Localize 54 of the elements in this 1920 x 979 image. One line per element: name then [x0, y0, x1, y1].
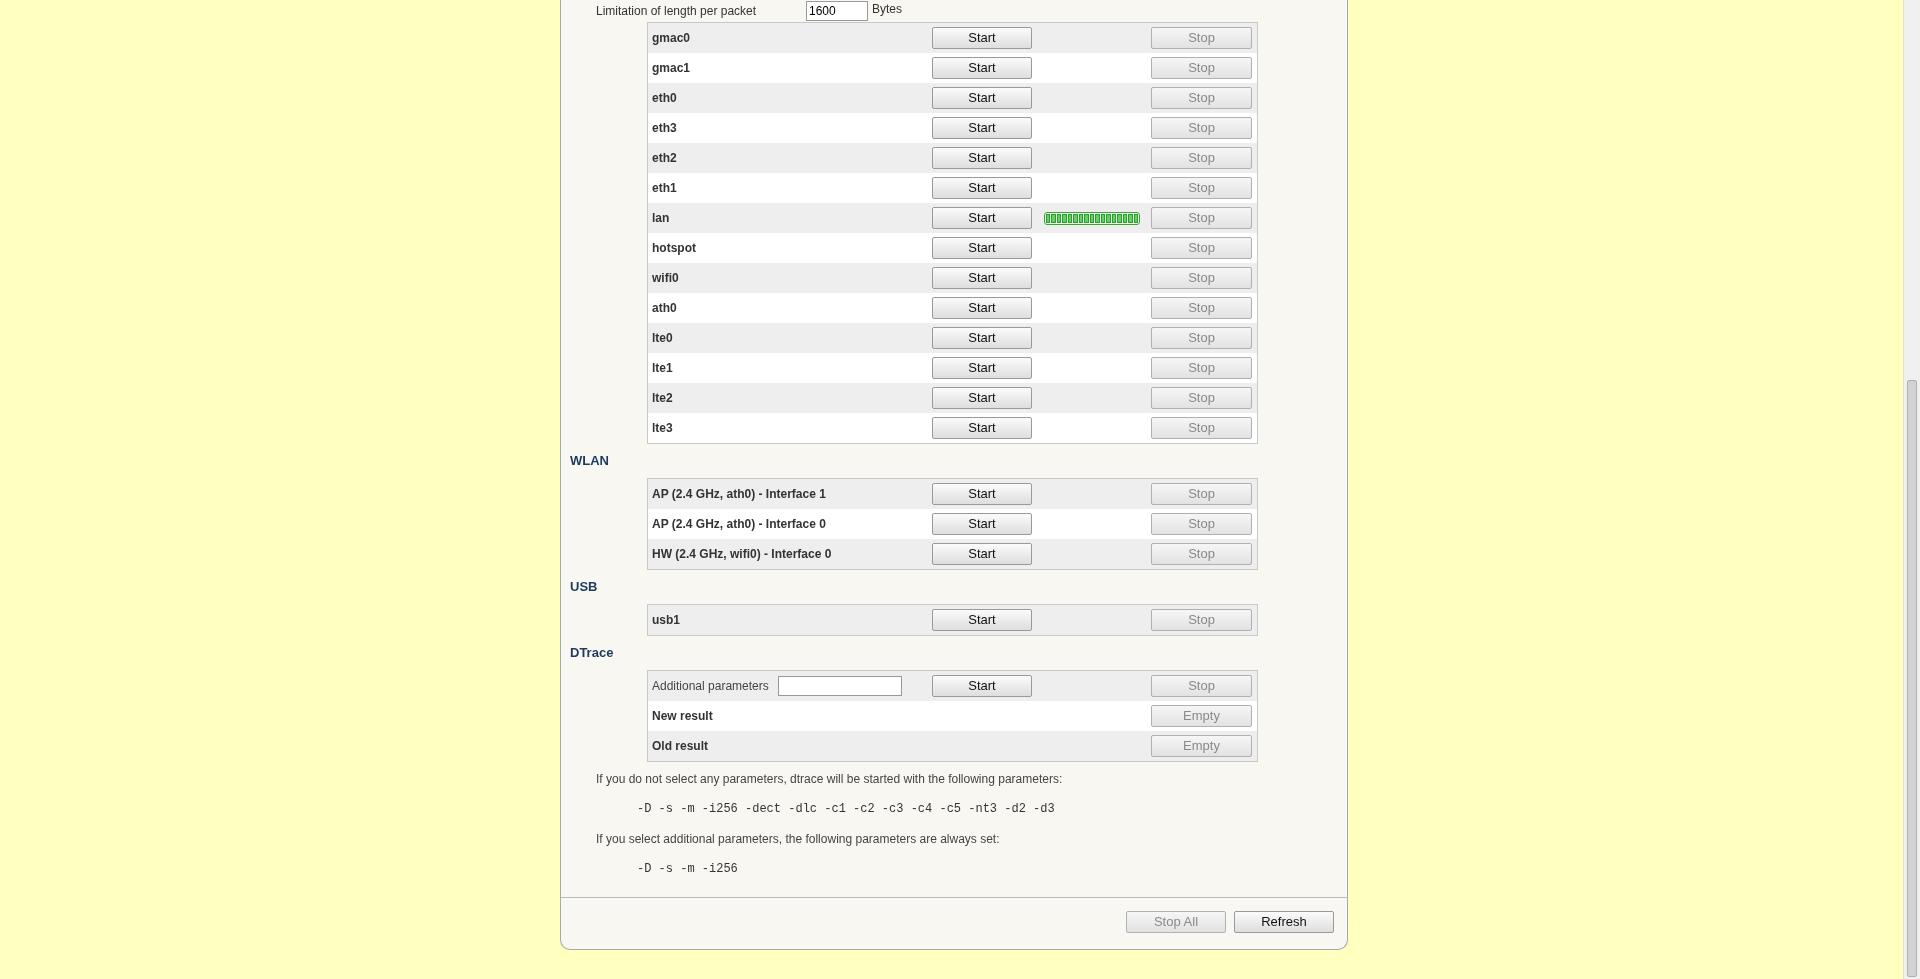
start-button[interactable]: Start [932, 207, 1032, 229]
footer-button[interactable]: Refresh [1234, 911, 1334, 933]
start-button[interactable]: Start [932, 267, 1032, 289]
start-button[interactable]: Start [932, 117, 1032, 139]
start-button[interactable]: Start [932, 483, 1032, 505]
interface-name: lan [652, 210, 670, 227]
interface-name: wifi0 [652, 270, 679, 287]
interface-name: AP (2.4 GHz, ath0) - Interface 1 [652, 486, 826, 503]
interface-name: lte1 [652, 360, 673, 377]
start-button[interactable]: Start [932, 297, 1032, 319]
start-button[interactable]: Start [932, 27, 1032, 49]
interface-name: eth0 [652, 90, 677, 107]
start-button[interactable]: Start [932, 609, 1032, 631]
interface-name: lte0 [652, 330, 673, 347]
start-button[interactable]: Start [932, 387, 1032, 409]
interface-name: lte2 [652, 390, 673, 407]
parameters-field[interactable] [777, 676, 902, 696]
interface-name: New result [652, 708, 713, 725]
interface-name: hotspot [652, 240, 696, 257]
field-label: Limitation of length per packet [596, 3, 758, 20]
interface-name: AP (2.4 GHz, ath0) - Interface 0 [652, 516, 826, 533]
start-button[interactable]: Start [932, 87, 1032, 109]
section-heading: DTrace [570, 644, 614, 663]
interface-name: eth1 [652, 180, 677, 197]
start-button[interactable]: Start [932, 675, 1032, 697]
scrollbar-thumb[interactable] [1907, 380, 1917, 977]
start-button[interactable]: Start [932, 543, 1032, 565]
field-label: Additional parameters [652, 678, 769, 695]
interface-name: ath0 [652, 300, 677, 317]
info-text: If you do not select any parameters, dtrace will be started with the following parameters: [596, 771, 1063, 788]
packet-length-field[interactable]: 1600 [806, 1, 868, 21]
interface-name: gmac0 [652, 30, 691, 47]
section-heading: USB [570, 578, 598, 597]
interface-name: usb1 [652, 612, 680, 629]
interface-name: gmac1 [652, 60, 691, 77]
start-button[interactable]: Start [932, 237, 1032, 259]
interface-name: eth2 [652, 150, 677, 167]
interface-name: lte3 [652, 420, 673, 437]
interface-name: Old result [652, 738, 708, 755]
info-text: If you select additional parameters, the following parameters are always set: [596, 831, 1000, 848]
start-button[interactable]: Start [932, 147, 1032, 169]
start-button[interactable]: Start [932, 177, 1032, 199]
scrollbar[interactable] [1903, 0, 1920, 979]
start-button[interactable]: Start [932, 417, 1032, 439]
start-button[interactable]: Start [932, 357, 1032, 379]
section-heading: WLAN [570, 452, 609, 471]
start-button[interactable]: Start [932, 327, 1032, 349]
unit-label: Bytes [872, 1, 902, 18]
command-text: -D -s -m -i256 -dect -dlc -c1 -c2 -c3 -c4 -c5 -nt3 -d2 -d3 [637, 801, 1055, 818]
start-button[interactable]: Start [932, 513, 1032, 535]
interface-name: eth3 [652, 120, 677, 137]
command-text: -D -s -m -i256 [637, 861, 738, 878]
interface-name: HW (2.4 GHz, wifi0) - Interface 0 [652, 546, 832, 563]
start-button[interactable]: Start [932, 57, 1032, 79]
